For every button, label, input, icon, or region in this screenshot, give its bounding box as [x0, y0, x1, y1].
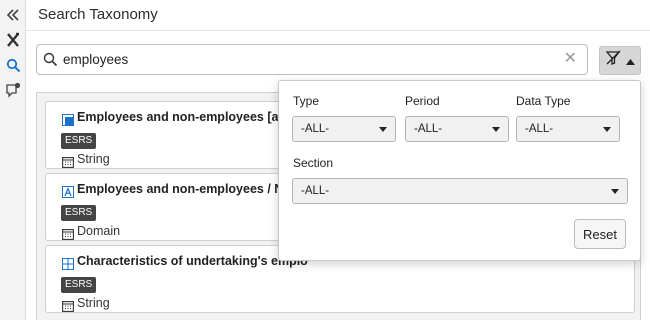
collapse-icon[interactable]	[3, 5, 23, 25]
search-rail-icon[interactable]	[3, 55, 23, 75]
comment-notification-icon[interactable]	[3, 80, 23, 100]
data-type-select-value: -ALL-	[525, 123, 554, 135]
calendar-icon	[62, 155, 74, 173]
type-label: Type	[293, 94, 320, 108]
title-divider	[26, 30, 650, 31]
chevron-down-icon	[492, 127, 500, 132]
search-icon	[43, 52, 58, 72]
caret-up-icon	[626, 52, 635, 70]
chevron-down-icon	[379, 127, 387, 132]
search-box: ✕	[36, 44, 588, 75]
clear-search-icon[interactable]: ✕	[564, 50, 577, 68]
result-datatype: String	[77, 296, 110, 310]
result-badge: ESRS	[61, 277, 97, 293]
result-datatype: Domain	[77, 224, 121, 238]
period-label: Period	[405, 94, 440, 108]
type-select[interactable]: -ALL-	[292, 116, 396, 142]
xbrl-logo-icon[interactable]	[3, 30, 23, 50]
section-select-value: -ALL-	[301, 185, 330, 197]
data-type-label: Data Type	[516, 94, 571, 108]
axis-icon	[62, 113, 74, 126]
reset-button[interactable]: Reset	[574, 219, 626, 249]
filter-panel: Type Period Data Type -ALL- -ALL- -ALL- …	[278, 80, 641, 261]
section-select[interactable]: -ALL-	[292, 178, 628, 204]
table-icon	[62, 257, 74, 270]
result-datatype: String	[77, 152, 110, 166]
calendar-icon	[62, 299, 74, 317]
chevron-down-icon	[611, 189, 619, 194]
member-icon	[62, 185, 74, 198]
search-input[interactable]	[63, 49, 563, 70]
calendar-icon	[62, 227, 74, 245]
result-name: Characteristics of undertaking's emplo	[77, 254, 308, 268]
chevron-down-icon	[603, 127, 611, 132]
result-badge: ESRS	[61, 205, 97, 221]
result-badge: ESRS	[61, 133, 97, 149]
filter-off-icon	[605, 50, 622, 71]
data-type-select[interactable]: -ALL-	[516, 116, 620, 142]
period-select[interactable]: -ALL-	[405, 116, 509, 142]
result-name: Employees and non-employees [axis]	[77, 110, 300, 124]
left-rail	[0, 0, 26, 320]
period-select-value: -ALL-	[414, 123, 443, 135]
type-select-value: -ALL-	[301, 123, 330, 135]
filter-toggle-button[interactable]	[599, 46, 641, 75]
section-label: Section	[293, 156, 334, 170]
page-title: Search Taxonomy	[38, 6, 158, 23]
